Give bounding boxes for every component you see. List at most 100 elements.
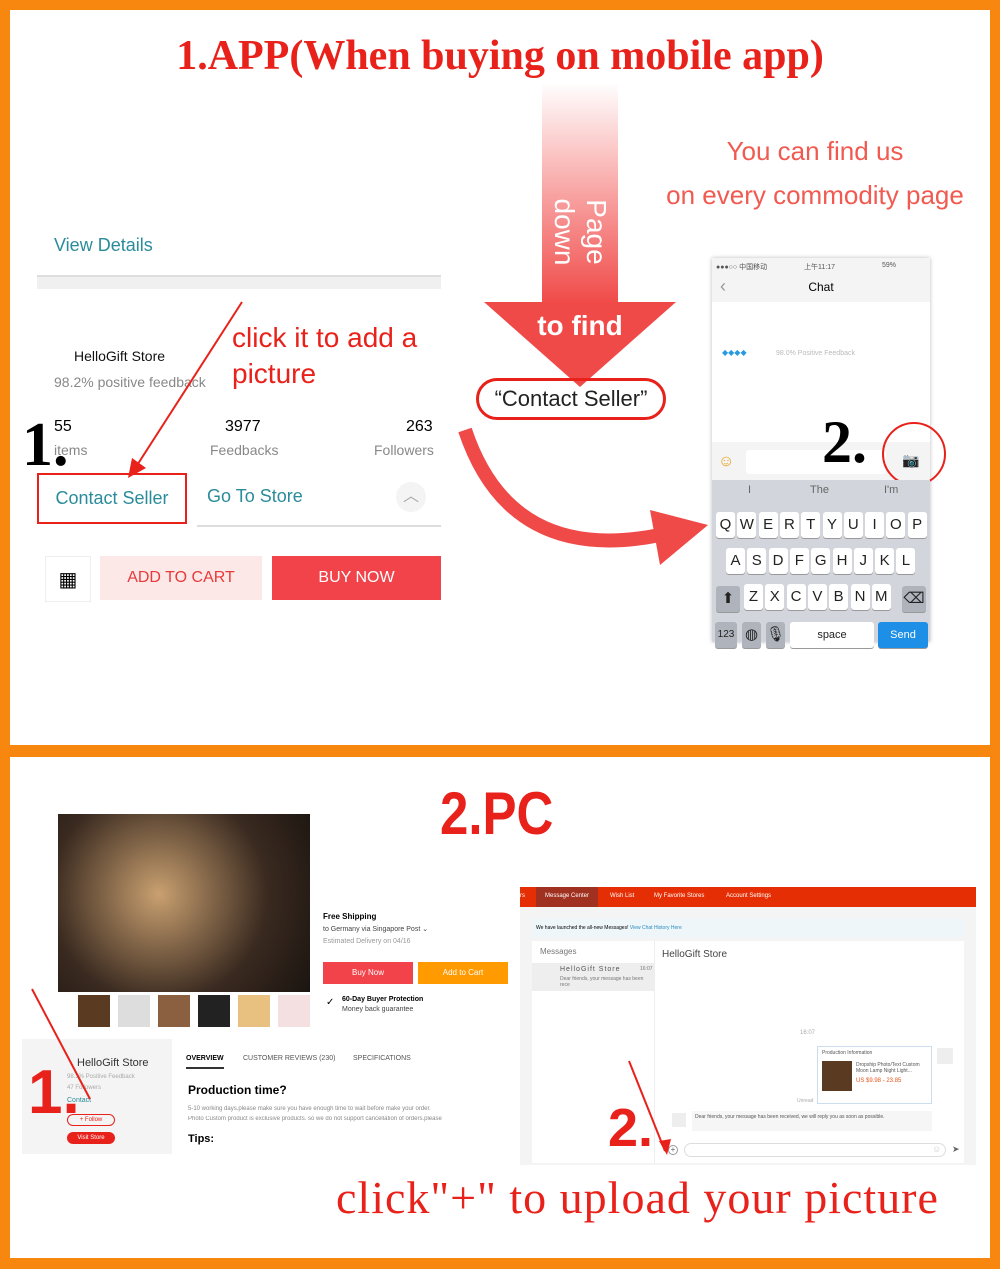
product-tabs: OVERVIEW CUSTOMER REVIEWS (230) SPECIFIC…: [178, 1049, 520, 1159]
store-icon[interactable]: ▦: [45, 556, 91, 602]
divider: [197, 525, 441, 527]
microphone-icon[interactable]: 🎙: [766, 622, 785, 648]
buy-now-button[interactable]: BUY NOW: [272, 556, 441, 600]
chevron-up-icon[interactable]: ︿: [396, 482, 426, 512]
nav-favorite-stores[interactable]: My Favorite Stores: [654, 893, 704, 899]
key-a[interactable]: A: [726, 548, 745, 574]
key-s[interactable]: S: [747, 548, 767, 574]
tab-overview[interactable]: OVERVIEW: [186, 1055, 224, 1069]
description-line: Photo Custom product is exclusive produc…: [188, 1116, 442, 1122]
find-us-line1: You can find us: [726, 136, 904, 166]
key-n[interactable]: N: [850, 584, 870, 610]
thumbnail[interactable]: [278, 995, 310, 1027]
key-w[interactable]: W: [737, 512, 757, 538]
shield-check-icon: ✓: [326, 997, 335, 1008]
chat-title: HelloGift Store: [662, 949, 728, 960]
stat-followers-label: Followers: [374, 442, 434, 458]
product-info-card[interactable]: Production Information Dropship Photo/Te…: [817, 1046, 932, 1104]
status-time: 上午11:17: [804, 264, 835, 271]
send-icon[interactable]: ➤: [952, 1144, 960, 1155]
key-m[interactable]: M: [871, 584, 891, 610]
top-nav: rs Message Center Wish List My Favorite …: [520, 887, 976, 907]
key-c[interactable]: C: [786, 584, 806, 610]
page-down-text: Page down: [549, 198, 612, 266]
key-h[interactable]: H: [832, 548, 852, 574]
card-product: Dropship Photo/Text Custom Moon Lamp Nig…: [856, 1062, 920, 1074]
key-f[interactable]: F: [789, 548, 809, 574]
suggestion[interactable]: The: [810, 484, 829, 496]
messages-panel: Messages HelloGift Store 16:07 Dear frie…: [532, 941, 964, 1163]
nav-item[interactable]: rs: [520, 893, 525, 899]
delivery-estimate: Estimated Delivery on 04/16: [323, 938, 411, 945]
key-u[interactable]: U: [843, 512, 863, 538]
shipping-detail[interactable]: to Germany via Singapore Post ⌄: [323, 925, 428, 933]
add-to-cart-button[interactable]: ADD TO CART: [100, 556, 262, 600]
app-section: 1.APP(When buying on mobile app) Page do…: [10, 10, 990, 745]
tab-specifications[interactable]: SPECIFICATIONS: [353, 1055, 411, 1062]
key-g[interactable]: G: [811, 548, 831, 574]
key-i[interactable]: I: [865, 512, 885, 538]
suggestion[interactable]: I'm: [884, 484, 898, 496]
send-key[interactable]: Send: [878, 622, 928, 648]
tab-customer-reviews[interactable]: CUSTOMER REVIEWS (230): [243, 1055, 335, 1062]
thumbnail-strip: [78, 995, 310, 1027]
keyboard: I The I'm QWERTYUIOPASDFGHJKLZXCVBNM ⬆ ⌫…: [712, 480, 930, 648]
space-key[interactable]: space: [790, 622, 874, 648]
add-to-cart-button[interactable]: Add to Cart: [418, 962, 508, 984]
conversation-name: HelloGift Store: [560, 966, 621, 973]
view-details-link[interactable]: View Details: [54, 235, 153, 256]
thumbnail[interactable]: [158, 995, 190, 1027]
camera-highlight-circle: [882, 422, 946, 486]
conversation-item[interactable]: HelloGift Store 16:07 Dear friends, your…: [532, 963, 654, 991]
key-q[interactable]: Q: [716, 512, 735, 538]
chat-title: Chat: [808, 280, 834, 294]
nav-wish-list[interactable]: Wish List: [610, 893, 634, 899]
messages-title: Messages: [540, 947, 577, 956]
protection-title: 60-Day Buyer Protection: [342, 996, 424, 1003]
key-o[interactable]: O: [886, 512, 906, 538]
key-v[interactable]: V: [807, 584, 827, 610]
key-j[interactable]: J: [853, 548, 873, 574]
visit-store-button[interactable]: Visit Store: [67, 1132, 115, 1144]
pc-section: 2.PC Free Shipping to Germany via Singap…: [10, 757, 990, 1258]
key-x[interactable]: X: [765, 584, 785, 610]
key-z[interactable]: Z: [744, 584, 763, 610]
message-input[interactable]: [684, 1143, 946, 1157]
key-r[interactable]: R: [779, 512, 799, 538]
backspace-key[interactable]: ⌫: [902, 586, 926, 612]
suggestion[interactable]: I: [748, 484, 751, 496]
section-title: 2.PC: [440, 780, 554, 847]
section-title: 1.APP(When buying on mobile app): [176, 33, 824, 79]
tips-heading: Tips:: [188, 1133, 215, 1145]
key-e[interactable]: E: [758, 512, 778, 538]
key-k[interactable]: K: [875, 548, 895, 574]
thumbnail[interactable]: [238, 995, 270, 1027]
nav-message-center[interactable]: Message Center: [536, 887, 599, 907]
key-p[interactable]: P: [907, 512, 927, 538]
chat-history-link[interactable]: View Chat History Here: [630, 925, 682, 931]
go-to-store-button[interactable]: Go To Store: [207, 486, 303, 507]
curved-arrow: [458, 427, 708, 565]
conversation-preview: Dear friends, your message has been rece: [560, 976, 644, 988]
contact-seller-button[interactable]: Contact Seller: [37, 473, 187, 524]
card-price: US $9.98 - 23.85: [856, 1078, 902, 1084]
thumbnail[interactable]: [198, 995, 230, 1027]
find-us-line2: on every commodity page: [666, 180, 964, 210]
key-l[interactable]: L: [896, 548, 916, 574]
key-b[interactable]: B: [829, 584, 849, 610]
avatar: [937, 1048, 953, 1064]
globe-icon[interactable]: ◍: [742, 622, 761, 648]
emoji-icon[interactable]: ☺: [718, 453, 734, 471]
emoji-icon[interactable]: ☺: [932, 1144, 941, 1154]
key-123[interactable]: 123: [715, 622, 737, 648]
key-y[interactable]: Y: [822, 512, 842, 538]
product-thumbnail: [822, 1061, 852, 1091]
nav-account-settings[interactable]: Account Settings: [726, 893, 771, 899]
key-t[interactable]: T: [801, 512, 821, 538]
protection-detail: Money back guarantee: [342, 1006, 414, 1013]
chat-timestamp: 16:07: [800, 1030, 816, 1036]
buy-now-button[interactable]: Buy Now: [323, 962, 413, 984]
thumbnail[interactable]: [118, 995, 150, 1027]
key-d[interactable]: D: [768, 548, 788, 574]
chat-body: ◆◆◆◆ 98.0% Positive Feedback: [712, 302, 930, 442]
